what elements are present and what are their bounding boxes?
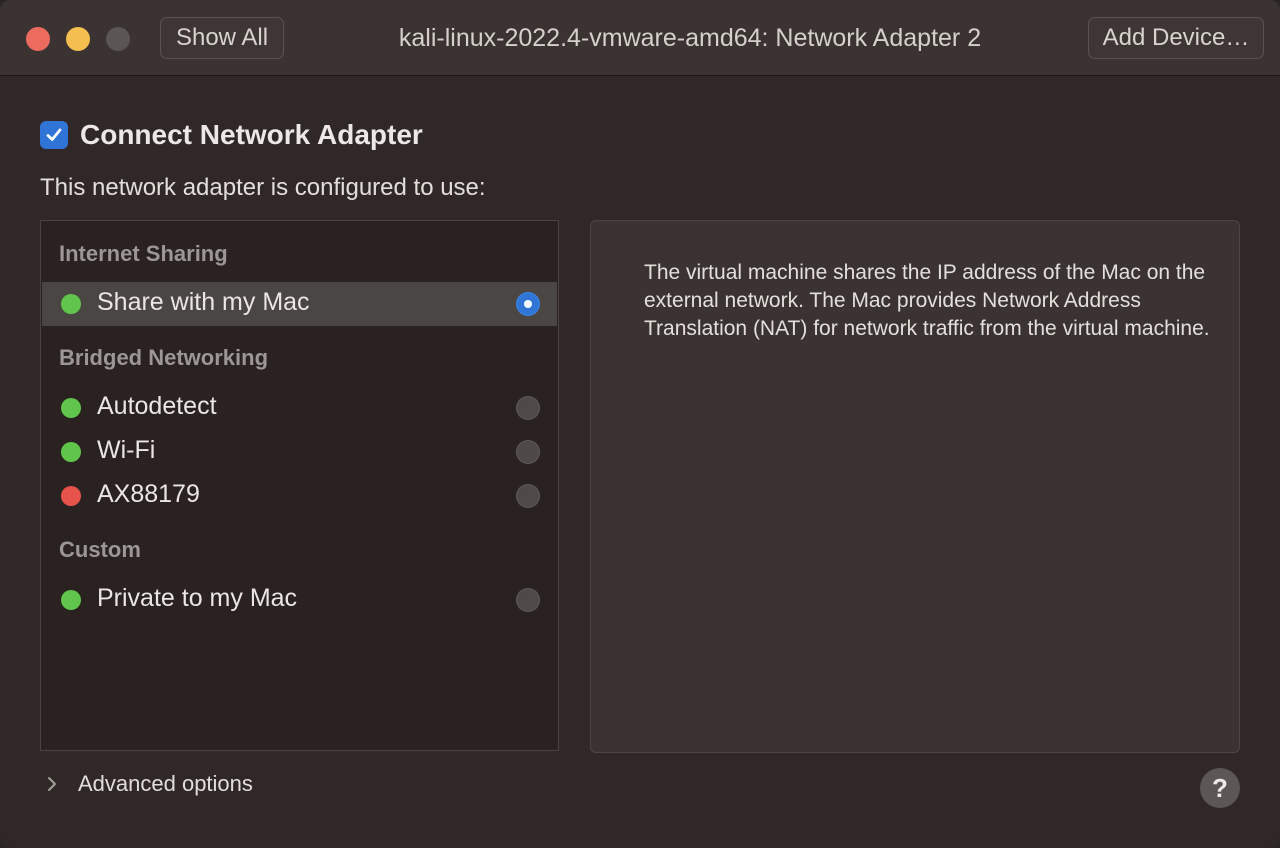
network-mode-description: The virtual machine shares the IP addres… [644, 261, 1210, 340]
list-item-label: Share with my Mac [97, 288, 310, 316]
radio-ax88179[interactable] [516, 484, 540, 508]
list-item-ax88179[interactable]: AX88179 [42, 474, 557, 518]
connect-network-adapter-checkbox[interactable] [40, 121, 68, 149]
advanced-options-disclosure[interactable]: Advanced options [44, 768, 253, 800]
radio-share-with-my-mac[interactable] [516, 292, 540, 316]
close-window-button[interactable] [26, 27, 50, 51]
list-item-label: Wi-Fi [97, 436, 156, 464]
show-all-button[interactable]: Show All [160, 17, 284, 59]
help-button[interactable]: ? [1200, 768, 1240, 808]
status-dot-green-icon [61, 590, 81, 610]
advanced-options-label: Advanced options [78, 771, 253, 796]
list-item-label: Private to my Mac [97, 584, 298, 612]
checkmark-icon [46, 128, 62, 141]
add-device-button[interactable]: Add Device… [1088, 17, 1264, 59]
network-type-list: Internet Sharing Share with my Mac Bridg… [40, 220, 559, 751]
list-item-label: AX88179 [97, 480, 200, 508]
radio-private-to-my-mac[interactable] [516, 588, 540, 612]
connect-network-adapter-label: Connect Network Adapter [80, 119, 423, 150]
list-item-label: Autodetect [97, 392, 217, 420]
list-item-wi-fi[interactable]: Wi-Fi [42, 430, 557, 474]
section-custom: Custom [59, 537, 141, 562]
status-dot-green-icon [61, 442, 81, 462]
radio-autodetect[interactable] [516, 396, 540, 420]
window-title: kali-linux-2022.4-vmware-amd64: Network … [398, 24, 982, 52]
status-dot-red-icon [61, 486, 81, 506]
list-item-share-with-my-mac[interactable]: Share with my Mac [42, 282, 557, 326]
configured-to-use-label: This network adapter is configured to us… [40, 174, 486, 201]
status-dot-green-icon [61, 398, 81, 418]
status-dot-green-icon [61, 294, 81, 314]
section-internet-sharing: Internet Sharing [59, 241, 228, 266]
section-bridged-networking: Bridged Networking [59, 345, 269, 370]
chevron-right-icon [44, 776, 60, 792]
network-adapter-window: Show All kali-linux-2022.4-vmware-amd64:… [0, 0, 1280, 848]
list-item-private-to-my-mac[interactable]: Private to my Mac [42, 578, 557, 622]
minimize-window-button[interactable] [66, 27, 90, 51]
connect-network-adapter-row[interactable]: Connect Network Adapter [40, 118, 423, 152]
title-bar: Show All kali-linux-2022.4-vmware-amd64:… [0, 0, 1280, 76]
list-item-autodetect[interactable]: Autodetect [42, 386, 557, 430]
description-panel: The virtual machine shares the IP addres… [590, 220, 1240, 753]
zoom-window-button[interactable] [106, 27, 130, 51]
radio-wi-fi[interactable] [516, 440, 540, 464]
